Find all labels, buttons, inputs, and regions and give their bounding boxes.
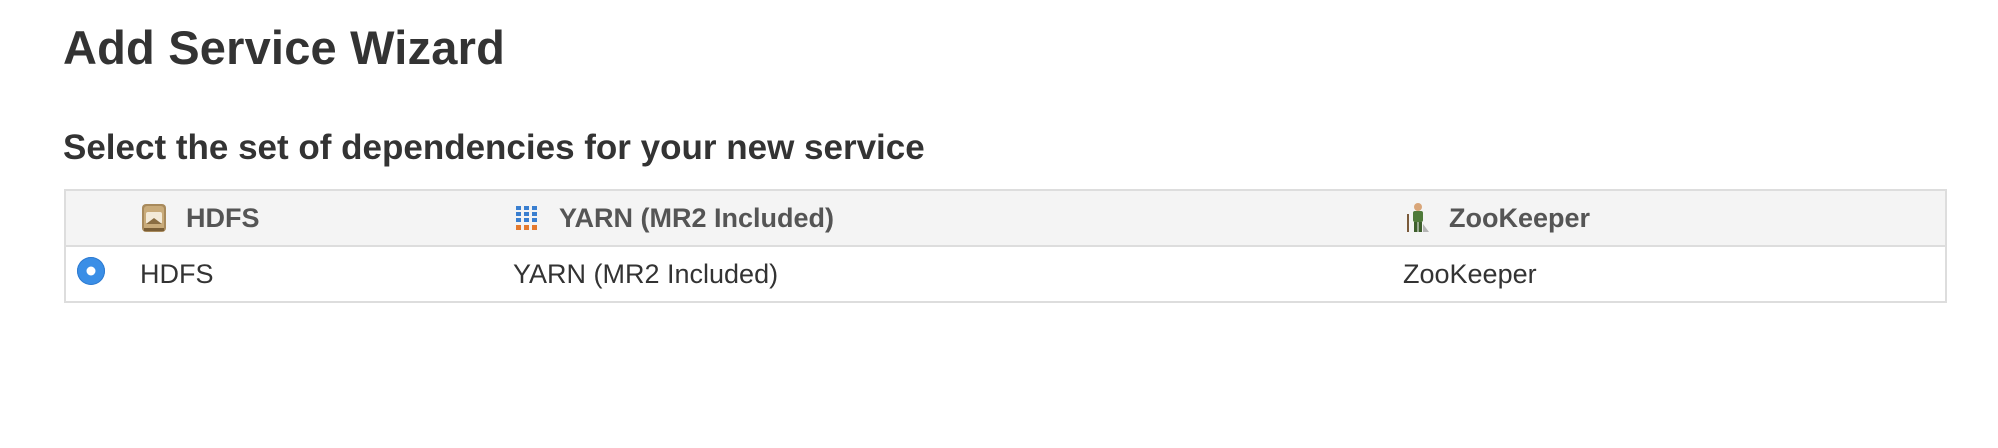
page-title: Add Service Wizard [63,21,505,74]
yarn-icon [513,202,541,234]
column-header-hdfs: HDFS [140,190,513,246]
zookeeper-icon [1403,202,1431,234]
dependency-radio-button[interactable] [77,256,105,285]
hdfs-icon [140,202,168,234]
column-header-zookeeper: ZooKeeper [1403,190,1946,246]
column-header-label: ZooKeeper [1449,202,1591,233]
row-select-cell[interactable] [65,246,140,302]
column-header-label: YARN (MR2 Included) [559,202,835,233]
cell-yarn: YARN (MR2 Included) [513,258,779,289]
column-header-yarn: YARN (MR2 Included) [513,190,1403,246]
cell-zookeeper: ZooKeeper [1403,258,1537,289]
page-subtitle: Select the set of dependencies for your … [63,128,925,167]
table-header-row: HDFS YARN (MR2 Included) ZooKeeper [65,190,1946,246]
column-header-label: HDFS [186,202,260,233]
cell-hdfs: HDFS [140,258,214,289]
select-column-header [65,190,140,246]
dependencies-table: HDFS YARN (MR2 Included) ZooKeeper HDFS … [64,189,1947,303]
table-row[interactable]: HDFS YARN (MR2 Included) ZooKeeper [65,246,1946,302]
